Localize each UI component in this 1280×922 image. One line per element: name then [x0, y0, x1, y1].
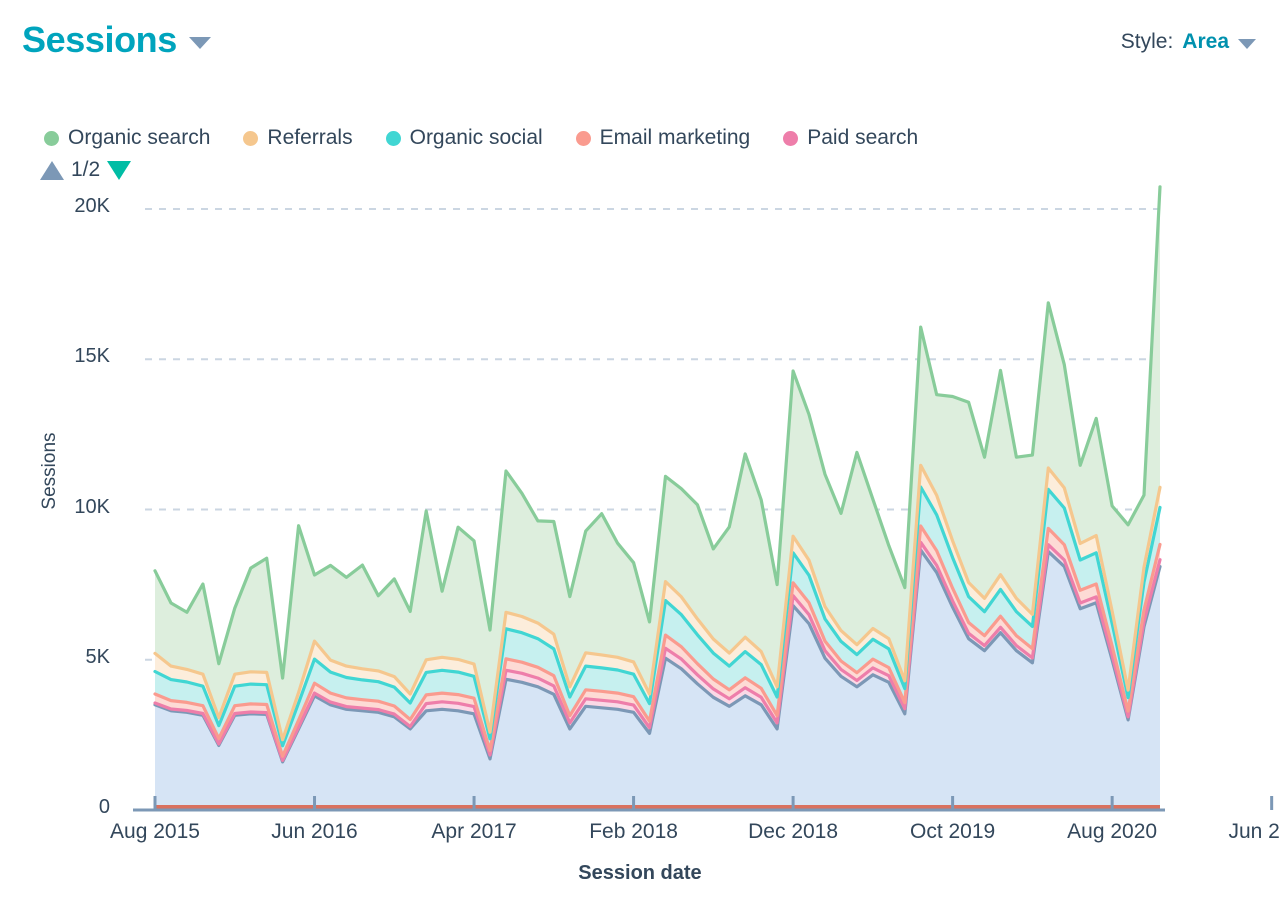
x-axis-tick-label: Aug 2020 — [1067, 820, 1158, 843]
page-title: Sessions — [22, 19, 177, 60]
legend-item-label: Email marketing — [599, 126, 751, 149]
legend-color-dot — [243, 130, 259, 146]
area-fill-paid-search — [155, 542, 1160, 762]
legend-page-indicator: 1/2 — [71, 158, 101, 181]
x-axis-tick-label: Apr 2017 — [431, 820, 517, 843]
area-line-organic-search — [153, 185, 1162, 680]
x-axis-tick-label: Jun 2021 — [1228, 820, 1280, 843]
x-axis-ticks: Aug 2015 Jun 2016 Apr 2017 Feb 2018 Dec 2018… — [0, 820, 1280, 860]
legend-color-dot — [575, 130, 591, 146]
y-axis-tick-label: 10K — [74, 495, 110, 518]
area-fill-organic-search — [155, 186, 1160, 740]
legend-color-dot — [44, 130, 59, 146]
style-label: Style: — [1120, 30, 1174, 53]
triangle-down-icon[interactable] — [107, 160, 132, 180]
y-axis-label: Sessions — [39, 432, 60, 510]
x-axis-label: Session date — [578, 862, 702, 884]
legend-item-label: Referrals — [267, 126, 353, 149]
area-fill-referrals — [155, 465, 1160, 746]
area-fill-organic-social — [155, 487, 1160, 757]
area-line-email-marketing — [153, 524, 1162, 758]
legend-item-label: Organic search — [68, 126, 211, 149]
legend-pager: 1/2 — [40, 158, 132, 182]
x-axis-tick-label: Dec 2018 — [748, 820, 839, 843]
y-axis-tick-label: 0 — [98, 796, 110, 818]
x-axis-tick-label: Jun 2016 — [271, 820, 358, 843]
legend-item-organic-search[interactable]: Organic search — [44, 122, 210, 154]
chevron-down-icon[interactable] — [1238, 39, 1256, 49]
area-line-paid-search — [153, 540, 1162, 762]
legend-color-dot — [385, 130, 401, 146]
chart-legend: Organic search Referrals Organic social Ema… — [44, 122, 1144, 154]
area-fill-other — [155, 550, 1160, 810]
style-value[interactable]: Area — [1182, 30, 1229, 54]
chevron-down-icon[interactable] — [188, 37, 211, 49]
area-line-referrals — [153, 463, 1162, 742]
legend-item-label: Paid search — [807, 126, 919, 149]
area-line-organic-social — [153, 485, 1162, 748]
chart-header: Sessions Style: Area — [0, 0, 1280, 92]
area-fill-email-marketing — [155, 526, 1160, 761]
y-axis-tick-label: 20K — [74, 195, 110, 217]
legend-item-organic-social[interactable]: Organic social — [385, 122, 543, 154]
legend-item-email-marketing[interactable]: Email marketing — [575, 122, 751, 154]
area-line-other — [153, 548, 1162, 764]
x-axis-tick-label: Feb 2018 — [589, 820, 678, 843]
triangle-up-icon[interactable] — [40, 160, 64, 180]
chart-title-dropdown[interactable]: Sessions — [22, 18, 211, 62]
legend-item-referrals[interactable]: Referrals — [243, 122, 353, 154]
x-axis-tick-label: Oct 2019 — [909, 820, 996, 843]
x-axis-tick-label: Aug 2015 — [110, 820, 200, 843]
y-axis-tick-label: 5K — [85, 645, 110, 668]
y-axis-tick-label: 15K — [74, 345, 110, 368]
style-selector[interactable]: Style: Area — [1121, 30, 1256, 54]
legend-item-label: Organic social — [409, 126, 543, 149]
legend-item-paid-search[interactable]: Paid search — [783, 122, 918, 154]
legend-color-dot — [783, 130, 799, 146]
